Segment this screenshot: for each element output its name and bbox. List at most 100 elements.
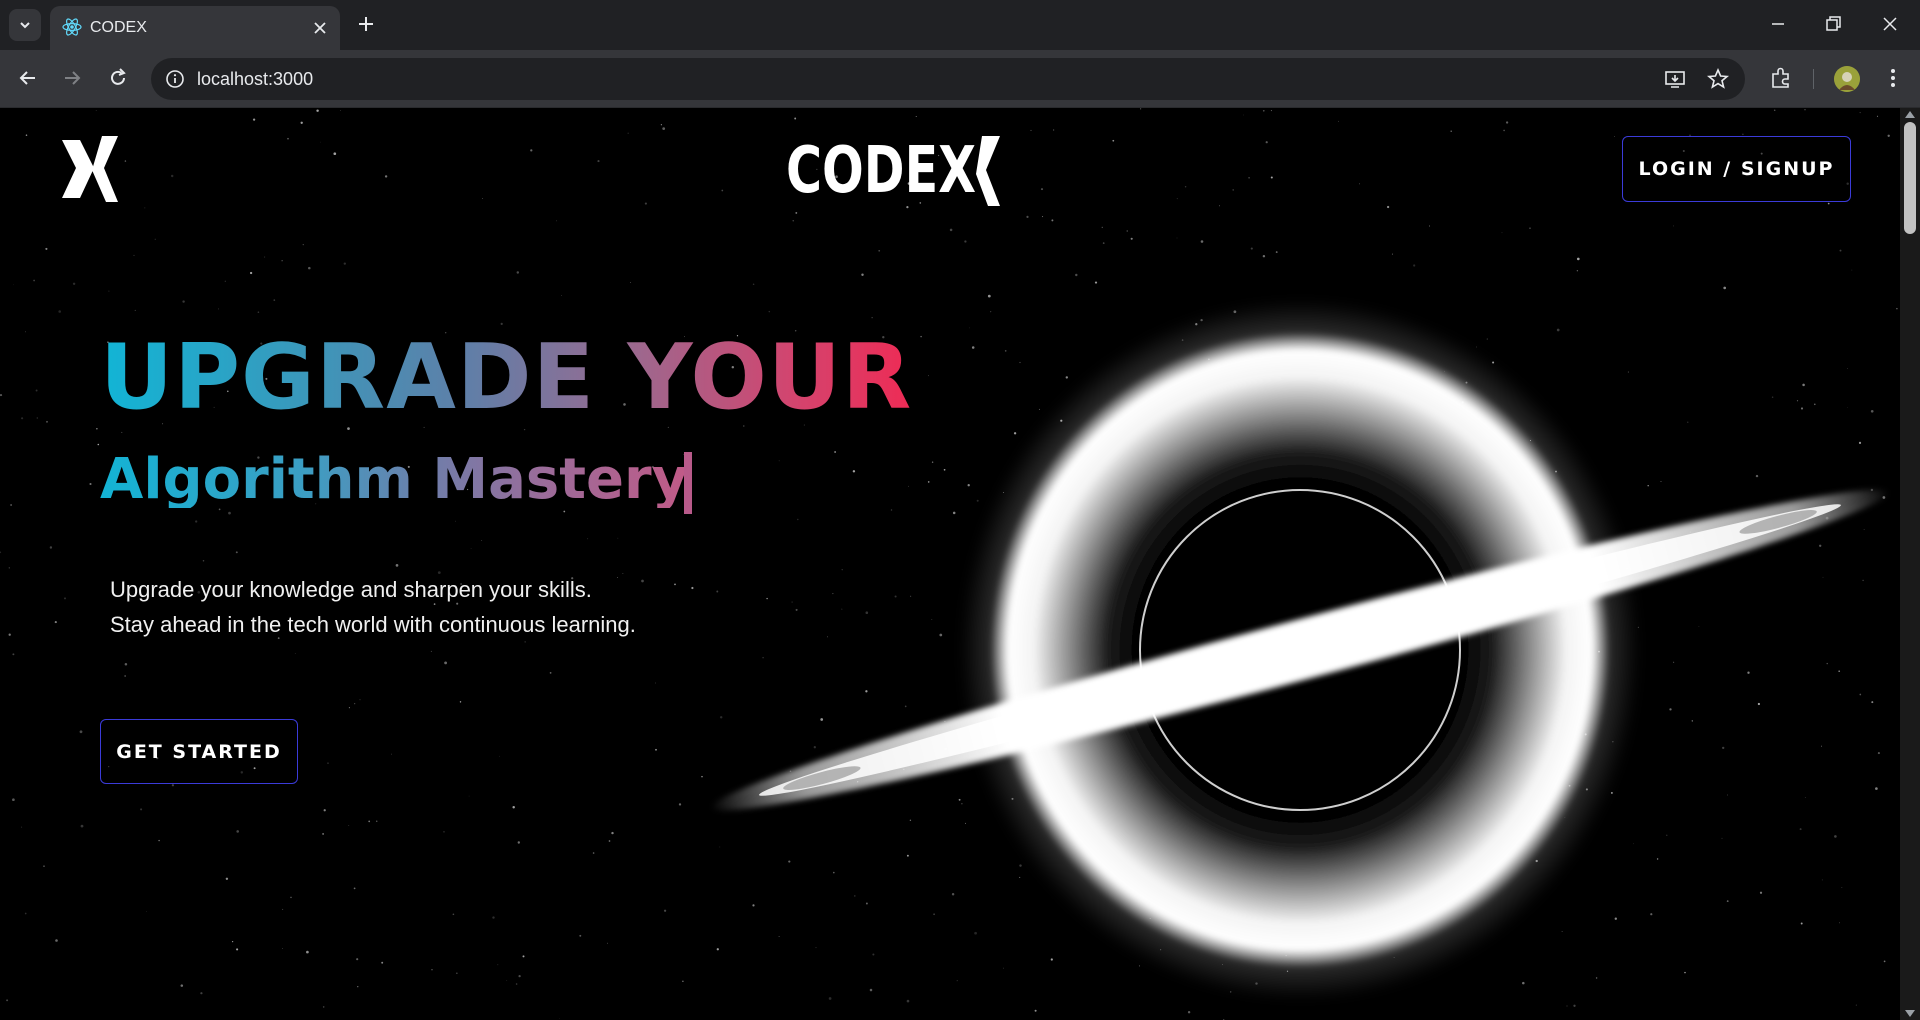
- star: [1200, 240, 1204, 243]
- codex-wordmark-logo[interactable]: CODEX: [786, 134, 1018, 208]
- scroll-up-arrow-icon[interactable]: [1905, 111, 1915, 118]
- star: [506, 979, 508, 981]
- star: [431, 969, 433, 971]
- star: [468, 795, 470, 797]
- bookmark-star-icon[interactable]: [1706, 67, 1730, 91]
- star: [1262, 109, 1265, 112]
- profile-picture-icon: [1834, 66, 1860, 92]
- star: [1386, 205, 1390, 209]
- scroll-down-arrow-icon[interactable]: [1905, 1010, 1915, 1017]
- star: [36, 417, 38, 419]
- star: [721, 189, 724, 192]
- close-window-icon[interactable]: [1878, 12, 1902, 36]
- star: [294, 653, 296, 655]
- star: [64, 597, 66, 600]
- star: [1262, 254, 1266, 258]
- star: [384, 175, 388, 178]
- star: [21, 417, 24, 420]
- star: [108, 290, 110, 292]
- star: [8, 633, 11, 636]
- restore-icon[interactable]: [1821, 12, 1845, 36]
- star: [517, 841, 520, 844]
- hero-description: Upgrade your knowledge and sharpen your …: [110, 572, 636, 642]
- star: [45, 247, 48, 250]
- star: [629, 281, 631, 283]
- star: [8, 567, 10, 569]
- star: [35, 389, 38, 392]
- star: [1176, 237, 1178, 239]
- star: [455, 520, 456, 522]
- browser-tab[interactable]: CODEX: [50, 6, 340, 50]
- profile-avatar[interactable]: [1834, 66, 1860, 92]
- star: [333, 152, 337, 156]
- star: [655, 748, 657, 751]
- star: [443, 831, 445, 833]
- star: [1112, 139, 1115, 142]
- star: [359, 699, 361, 701]
- star: [470, 548, 472, 549]
- star: [306, 950, 309, 954]
- star: [282, 948, 283, 949]
- get-started-button[interactable]: GET STARTED: [100, 719, 298, 784]
- star: [1887, 134, 1890, 137]
- login-signup-button[interactable]: LOGIN / SIGNUP: [1622, 136, 1851, 202]
- star: [530, 149, 533, 152]
- star: [518, 974, 521, 978]
- star: [320, 141, 321, 143]
- install-app-icon[interactable]: [1663, 67, 1687, 91]
- star: [72, 282, 76, 286]
- hero-title: UPGRADE YOUR: [100, 325, 913, 430]
- star: [1052, 129, 1055, 131]
- star: [559, 1018, 560, 1020]
- star: [133, 254, 135, 256]
- site-info-icon[interactable]: [165, 69, 185, 89]
- star: [1827, 202, 1830, 205]
- star: [549, 672, 552, 674]
- star: [252, 118, 256, 121]
- star: [678, 803, 682, 806]
- forward-arrow-icon[interactable]: [58, 64, 86, 92]
- address-bar[interactable]: localhost:3000: [151, 58, 1745, 100]
- star: [0, 394, 3, 397]
- page-scrollbar[interactable]: [1900, 108, 1920, 1020]
- hero-description-line2: Stay ahead in the tech world with contin…: [110, 612, 636, 637]
- star: [390, 753, 393, 755]
- star: [1859, 112, 1861, 114]
- star: [25, 331, 26, 333]
- codex-x-logo-icon[interactable]: [60, 134, 120, 204]
- reload-icon[interactable]: [104, 64, 132, 92]
- star: [1101, 226, 1104, 229]
- star: [348, 707, 350, 709]
- star: [6, 999, 9, 1002]
- tab-search-button[interactable]: [9, 9, 41, 41]
- star: [140, 808, 143, 811]
- new-tab-icon[interactable]: [354, 12, 378, 36]
- star: [964, 240, 967, 243]
- star: [627, 132, 629, 134]
- star: [795, 211, 798, 214]
- star: [124, 675, 126, 677]
- star: [95, 109, 97, 111]
- close-tab-icon[interactable]: [310, 18, 330, 38]
- star: [1505, 121, 1509, 124]
- star: [1413, 264, 1416, 267]
- star: [12, 653, 15, 656]
- star: [663, 909, 667, 912]
- star: [144, 207, 146, 209]
- star: [231, 940, 234, 943]
- back-arrow-icon[interactable]: [14, 64, 42, 92]
- star: [1876, 115, 1879, 117]
- star: [792, 220, 794, 222]
- scrollbar-thumb[interactable]: [1904, 122, 1916, 234]
- star: [290, 896, 292, 899]
- star: [170, 174, 174, 178]
- minimize-icon[interactable]: [1766, 12, 1790, 36]
- more-menu-icon[interactable]: [1880, 65, 1906, 91]
- star: [46, 420, 48, 423]
- star: [608, 840, 611, 842]
- star: [1270, 176, 1273, 179]
- star: [1051, 219, 1054, 222]
- extensions-puzzle-icon[interactable]: [1768, 65, 1794, 91]
- star: [794, 117, 797, 120]
- star: [235, 551, 238, 554]
